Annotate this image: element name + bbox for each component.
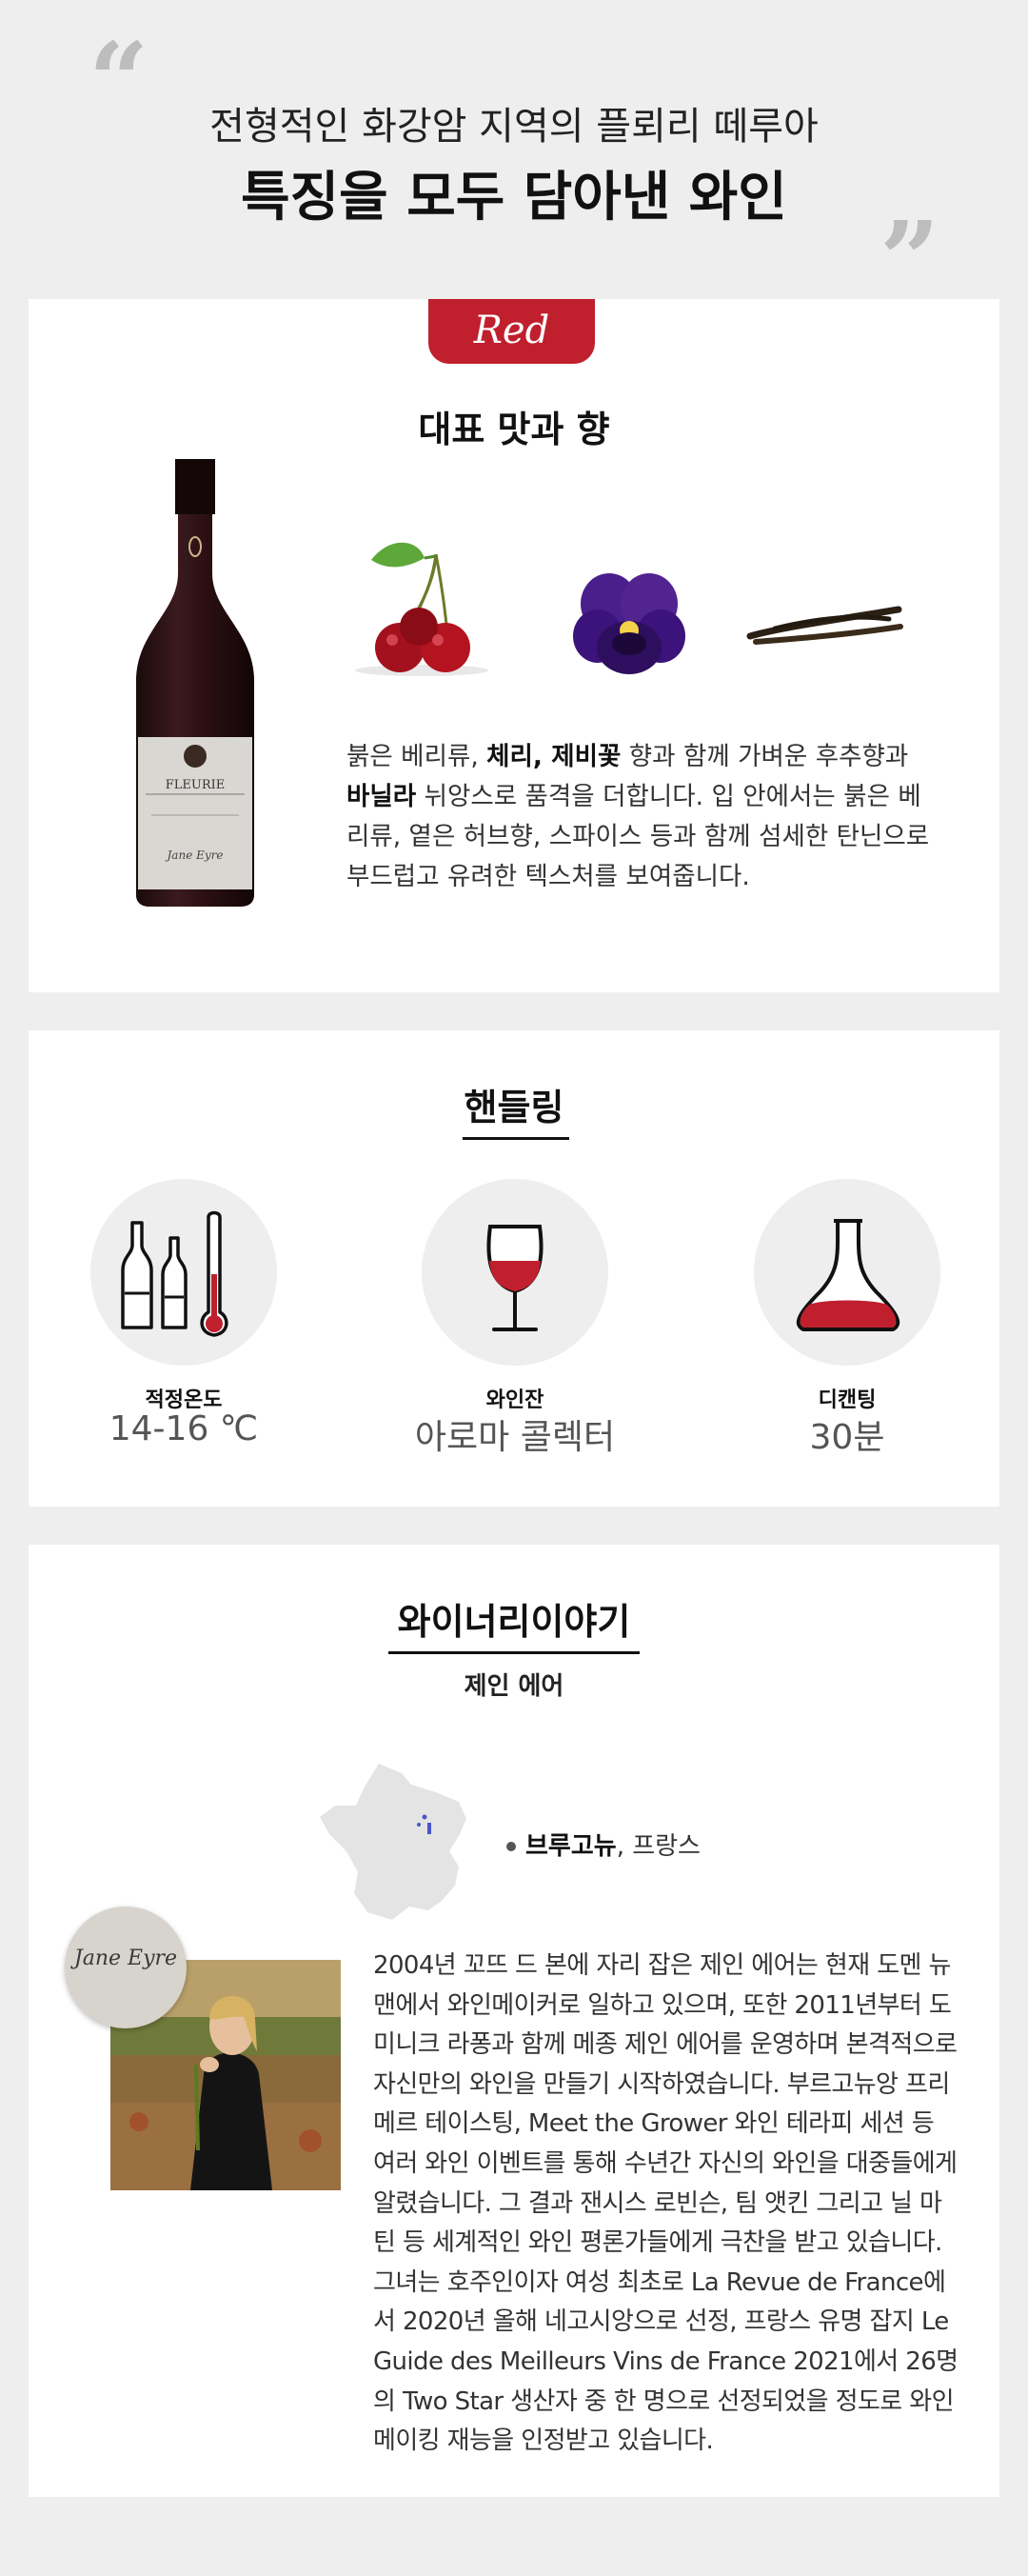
- bottle-signature-text: Jane Eyre: [165, 849, 224, 862]
- wine-type-tab: Red: [428, 299, 595, 364]
- hero-title: 특징을 모두 담아낸 와인: [241, 167, 787, 229]
- france-map-icon: [320, 1764, 466, 1920]
- highlight-text: 바닐라: [346, 782, 417, 811]
- tasting-description: 붉은 베리류, 체리, 제비꽃 향과 함께 가벼운 후추향과 바닐라 뉘앙스로 …: [346, 737, 937, 897]
- region-bullet: [506, 1842, 516, 1851]
- bottle-label-text: FLEURIE: [166, 778, 226, 792]
- wine-bottle-image: FLEURIE Jane Eyre: [136, 459, 254, 907]
- handling-circle-decanter: [754, 1179, 940, 1366]
- handling-value-glass: 아로마 콜렉터: [414, 1418, 616, 1457]
- cherry-icon: [355, 542, 488, 676]
- winery-card: 와이너리이야기 제인 에어 브루고뉴, 프랑스 Jane Eyre 2004년 …: [29, 1545, 999, 2497]
- winery-story: 2004년 꼬뜨 드 본에 자리 잡은 제인 에어는 현재 도멘 뉴맨에서 와인…: [373, 1951, 959, 2456]
- winery-title: 와이너리이야기: [397, 1601, 631, 1643]
- handling-value-temperature: 14-16 ℃: [109, 1409, 259, 1448]
- close-quote-icon: ”: [880, 198, 940, 321]
- winery-name: 제인 에어: [464, 1672, 564, 1701]
- hero-subtitle: 전형적인 화강암 지역의 플뢰리 떼루아: [209, 105, 819, 149]
- wine-glass-icon: [486, 1225, 544, 1331]
- handling-title-underline: [463, 1137, 569, 1140]
- handling-circle-glass: [422, 1179, 608, 1366]
- violet-flower-icon: [573, 573, 685, 674]
- highlight-text: 체리, 제비꽃: [486, 742, 622, 771]
- winery-logo-text: Jane Eyre: [73, 1947, 178, 1970]
- description-text: 향과 함께 가벼운 후추향과: [621, 742, 909, 771]
- vanilla-pod-icon: [746, 606, 903, 645]
- temperature-icon: [121, 1210, 228, 1337]
- tasting-card: Red 대표 맛과 향 FLEURIE Jane Eyre 붉은 베리류, 체리…: [29, 299, 999, 992]
- winery-logo-badge: Jane Eyre: [65, 1907, 187, 2028]
- handling-circle-temperature: [90, 1179, 277, 1366]
- handling-card: 핸들링 적정온도 14-16 ℃ 와인잔 아로마 콜렉터 디캔팅 30분: [29, 1030, 999, 1507]
- region-label: 브루고뉴, 프랑스: [525, 1827, 701, 1862]
- decanter-icon: [796, 1219, 900, 1331]
- description-text: 붉은 베리류,: [346, 742, 487, 771]
- handling-title: 핸들링: [464, 1087, 564, 1128]
- tasting-title: 대표 맛과 향: [418, 409, 610, 450]
- description-text: 뉘앙스로 품격을 더합니다. 입 안에서는 붉은 베리류, 옅은 허브향, 스파…: [346, 782, 930, 891]
- region-name: 브루고뉴: [525, 1832, 617, 1861]
- hero-header: “ 전형적인 화강암 지역의 플뢰리 떼루아 특징을 모두 담아낸 와인 ”: [0, 0, 1028, 312]
- winery-title-underline: [388, 1651, 640, 1654]
- region-country: , 프랑스: [616, 1832, 701, 1861]
- handling-value-decanting: 30분: [809, 1418, 885, 1457]
